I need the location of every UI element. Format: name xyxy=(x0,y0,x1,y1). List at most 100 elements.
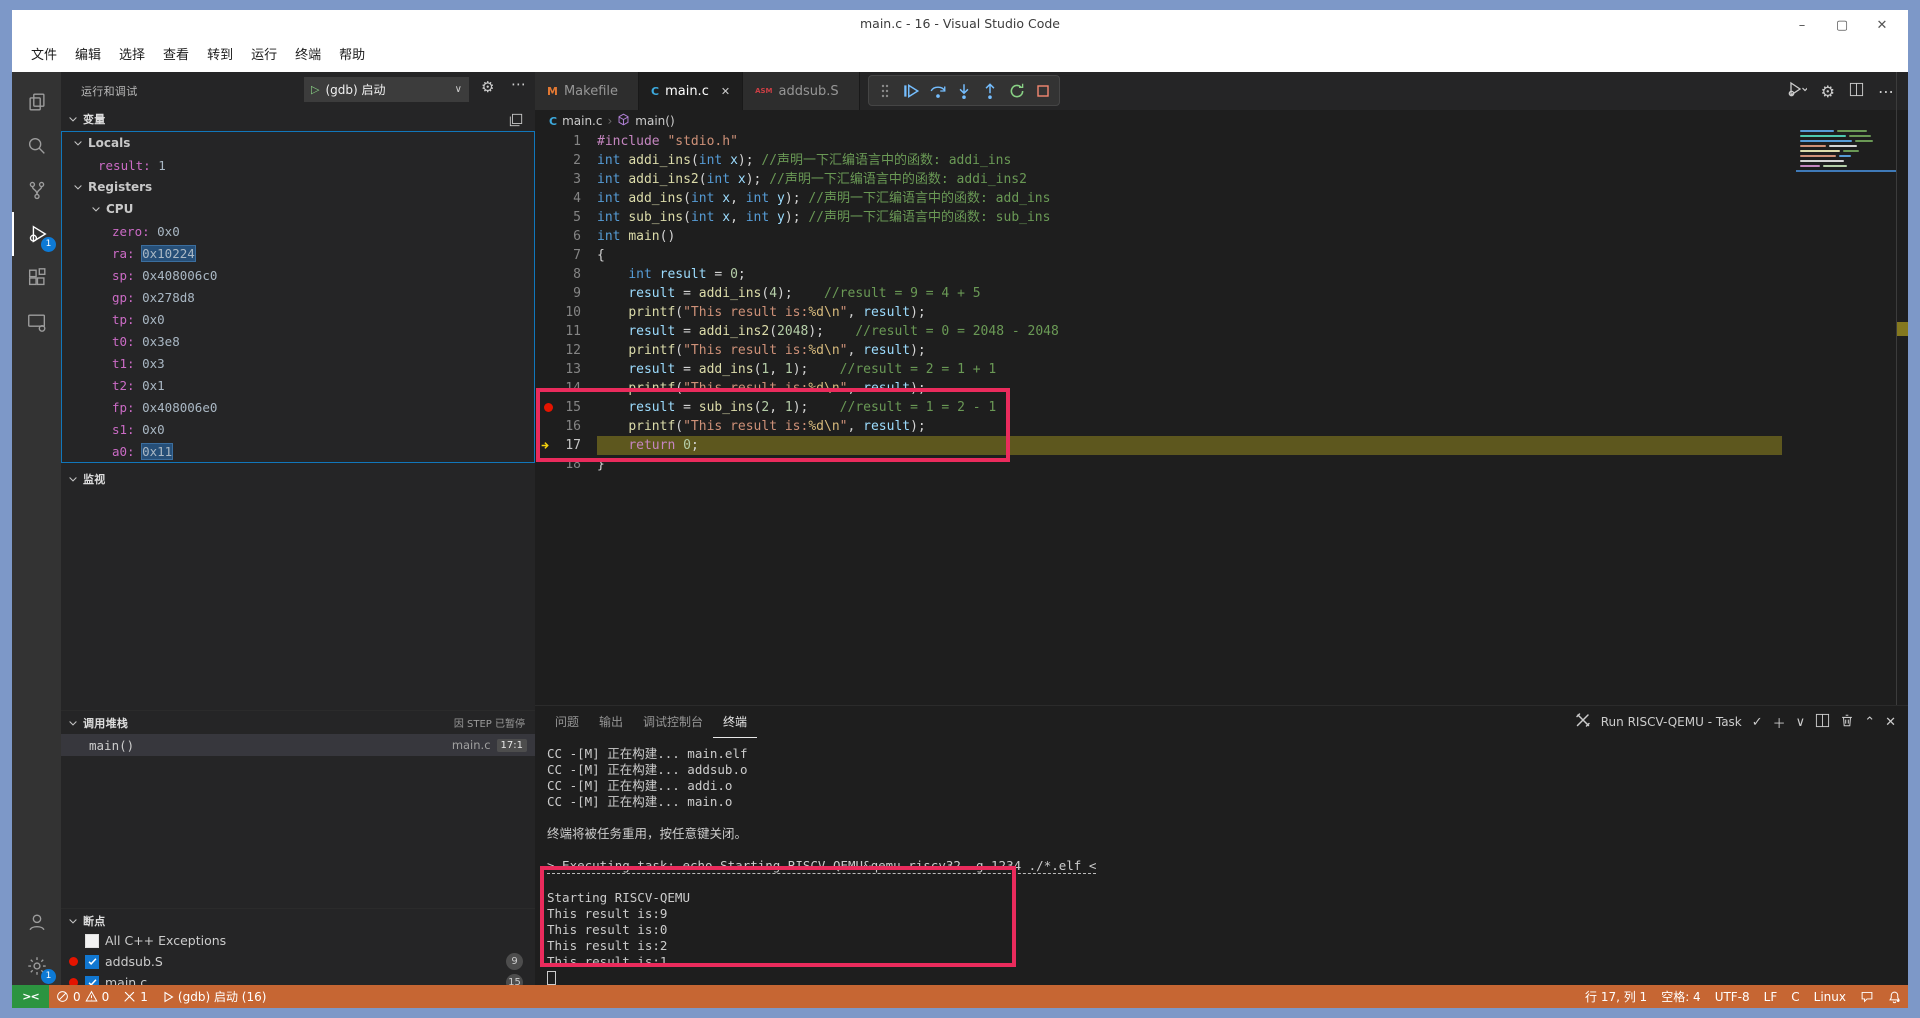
gutter[interactable]: 16 xyxy=(535,417,597,436)
menu-item-编辑[interactable]: 编辑 xyxy=(66,40,110,72)
code-line-4[interactable]: 4int add_ins(int x, int y); //声明一下汇编语言中的… xyxy=(535,189,1782,208)
search-icon[interactable] xyxy=(12,124,61,168)
variable-value[interactable]: 0x408006c0 xyxy=(142,268,217,283)
restart-icon[interactable] xyxy=(1004,78,1028,104)
code-line-15[interactable]: 15 result = sub_ins(2, 1); //result = 1 … xyxy=(535,398,1782,417)
code-line-6[interactable]: 6int main() xyxy=(535,227,1782,246)
gutter[interactable]: 7 xyxy=(535,246,597,265)
code-line-13[interactable]: 13 result = add_ins(1, 1); //result = 2 … xyxy=(535,360,1782,379)
gutter[interactable]: 18 xyxy=(535,455,597,474)
watch-section-header[interactable]: 监视 xyxy=(61,467,535,491)
step-over-icon[interactable] xyxy=(926,78,950,104)
step-out-icon[interactable] xyxy=(978,78,1002,104)
toolbar-drag-grip-icon[interactable] xyxy=(873,78,897,104)
code-line-18[interactable]: 18} xyxy=(535,455,1782,474)
gutter[interactable]: 14 xyxy=(535,379,597,398)
terminal-task-label[interactable]: Run RISCV-QEMU - Task xyxy=(1601,715,1742,729)
maximize-panel-icon[interactable]: ⌃ xyxy=(1864,715,1875,730)
step-into-icon[interactable] xyxy=(952,78,976,104)
variable-t0[interactable]: t0: 0x3e8 xyxy=(62,330,534,352)
breakpoint-checkbox[interactable] xyxy=(85,955,99,969)
code-line-7[interactable]: 7{ xyxy=(535,246,1782,265)
variable-value[interactable]: 1 xyxy=(158,158,166,173)
run-and-debug-icon[interactable]: 1 xyxy=(12,212,61,256)
minimap[interactable] xyxy=(1796,128,1896,174)
panel-tab-输出[interactable]: 输出 xyxy=(589,706,633,738)
variable-value[interactable]: 0x0 xyxy=(142,422,165,437)
breakpoint-checkbox[interactable] xyxy=(85,934,99,948)
code-editor[interactable]: 1#include "stdio.h"2int addi_ins(int x);… xyxy=(535,132,1782,474)
gutter[interactable]: 1 xyxy=(535,132,597,151)
code-line-2[interactable]: 2int addi_ins(int x); //声明一下汇编语言中的函数: ad… xyxy=(535,151,1782,170)
stack-frame-row[interactable]: main() main.c 17:1 xyxy=(61,734,535,756)
encoding[interactable]: UTF-8 xyxy=(1708,985,1757,1008)
code-line-5[interactable]: 5int sub_ins(int x, int y); //声明一下汇编语言中的… xyxy=(535,208,1782,227)
gutter[interactable]: 11 xyxy=(535,322,597,341)
feedback-icon[interactable] xyxy=(1853,985,1881,1008)
close-button[interactable]: ✕ xyxy=(1862,18,1902,33)
variable-t2[interactable]: t2: 0x1 xyxy=(62,374,534,396)
code-line-14[interactable]: 14 printf("This result is:%d\n", result)… xyxy=(535,379,1782,398)
tab-addsub.S[interactable]: ASMaddsub.S xyxy=(743,72,860,110)
task-status[interactable]: 1 xyxy=(116,985,155,1008)
code-line-3[interactable]: 3int addi_ins2(int x); //声明一下汇编语言中的函数: a… xyxy=(535,170,1782,189)
settings-gear-icon[interactable]: 1 xyxy=(12,944,61,988)
gutter[interactable]: 8 xyxy=(535,265,597,284)
breakpoint-checkbox[interactable] xyxy=(85,976,99,986)
source-control-icon[interactable] xyxy=(12,168,61,212)
run-or-debug-icon[interactable] xyxy=(1787,80,1807,102)
menu-item-查看[interactable]: 查看 xyxy=(154,40,198,72)
editor-settings-gear-icon[interactable]: ⚙ xyxy=(1821,82,1835,101)
remote-explorer-icon[interactable] xyxy=(12,300,61,344)
call-stack-section-header[interactable]: 调用堆栈 因 STEP 已暂停 xyxy=(61,710,535,734)
more-actions-icon[interactable]: ⋯ xyxy=(1878,82,1894,101)
extensions-icon[interactable] xyxy=(12,256,61,300)
notifications-bell-icon[interactable] xyxy=(1881,985,1908,1008)
debug-settings-gear-icon[interactable]: ⚙ xyxy=(481,78,494,96)
variable-t1[interactable]: t1: 0x3 xyxy=(62,352,534,374)
gutter[interactable]: 4 xyxy=(535,189,597,208)
breakpoint-item-main.c[interactable]: main.c15 xyxy=(61,972,535,985)
close-icon[interactable]: ✕ xyxy=(721,85,730,98)
start-debug-icon[interactable]: ▷ xyxy=(311,83,319,96)
gutter[interactable]: 5 xyxy=(535,208,597,227)
var-group-Registers[interactable]: Registers xyxy=(62,176,534,198)
indentation[interactable]: 空格: 4 xyxy=(1654,985,1708,1008)
gutter[interactable]: 12 xyxy=(535,341,597,360)
gutter[interactable]: 3 xyxy=(535,170,597,189)
panel-tab-调试控制台[interactable]: 调试控制台 xyxy=(633,706,713,738)
gutter[interactable]: 13 xyxy=(535,360,597,379)
terminal-output[interactable]: CC -[M] 正在构建... main.elfCC -[M] 正在构建... … xyxy=(547,746,1900,986)
variable-s1[interactable]: s1: 0x0 xyxy=(62,418,534,440)
variable-value[interactable]: 0x1 xyxy=(142,378,165,393)
variable-value[interactable]: 0x0 xyxy=(142,312,165,327)
var-group-CPU[interactable]: CPU xyxy=(62,198,534,220)
gutter[interactable]: 17 xyxy=(535,436,597,455)
maximize-button[interactable]: ▢ xyxy=(1822,18,1862,33)
remote-indicator[interactable]: >< xyxy=(12,985,49,1008)
stop-icon[interactable] xyxy=(1031,78,1055,104)
tab-main.c[interactable]: Cmain.c✕ xyxy=(639,72,743,110)
gutter[interactable]: 10 xyxy=(535,303,597,322)
variable-value[interactable]: 0x3 xyxy=(142,356,165,371)
code-line-11[interactable]: 11 result = addi_ins2(2048); //result = … xyxy=(535,322,1782,341)
breadcrumb[interactable]: C main.c › main() xyxy=(535,110,1908,132)
new-terminal-icon[interactable]: ＋ xyxy=(1773,713,1786,732)
split-terminal-icon[interactable] xyxy=(1815,713,1830,732)
gutter[interactable]: 9 xyxy=(535,284,597,303)
breakpoints-section-header[interactable]: 断点 xyxy=(61,908,535,932)
variable-ra[interactable]: ra: 0x10224 xyxy=(62,242,534,264)
variable-sp[interactable]: sp: 0x408006c0 xyxy=(62,264,534,286)
variable-gp[interactable]: gp: 0x278d8 xyxy=(62,286,534,308)
menu-item-选择[interactable]: 选择 xyxy=(110,40,154,72)
menu-item-文件[interactable]: 文件 xyxy=(22,40,66,72)
variable-a0[interactable]: a0: 0x11 xyxy=(62,440,534,462)
code-line-9[interactable]: 9 result = addi_ins(4); //result = 9 = 4… xyxy=(535,284,1782,303)
code-line-17[interactable]: 17 return 0; xyxy=(535,436,1782,455)
breadcrumb-file[interactable]: main.c xyxy=(562,114,602,128)
launch-config-dropdown[interactable]: ▷ (gdb) 启动 ∨ xyxy=(304,77,469,102)
more-actions-icon[interactable]: ⋯ xyxy=(511,75,526,93)
gutter[interactable]: 6 xyxy=(535,227,597,246)
minimize-button[interactable]: – xyxy=(1782,18,1822,33)
split-editor-icon[interactable] xyxy=(1849,82,1864,101)
